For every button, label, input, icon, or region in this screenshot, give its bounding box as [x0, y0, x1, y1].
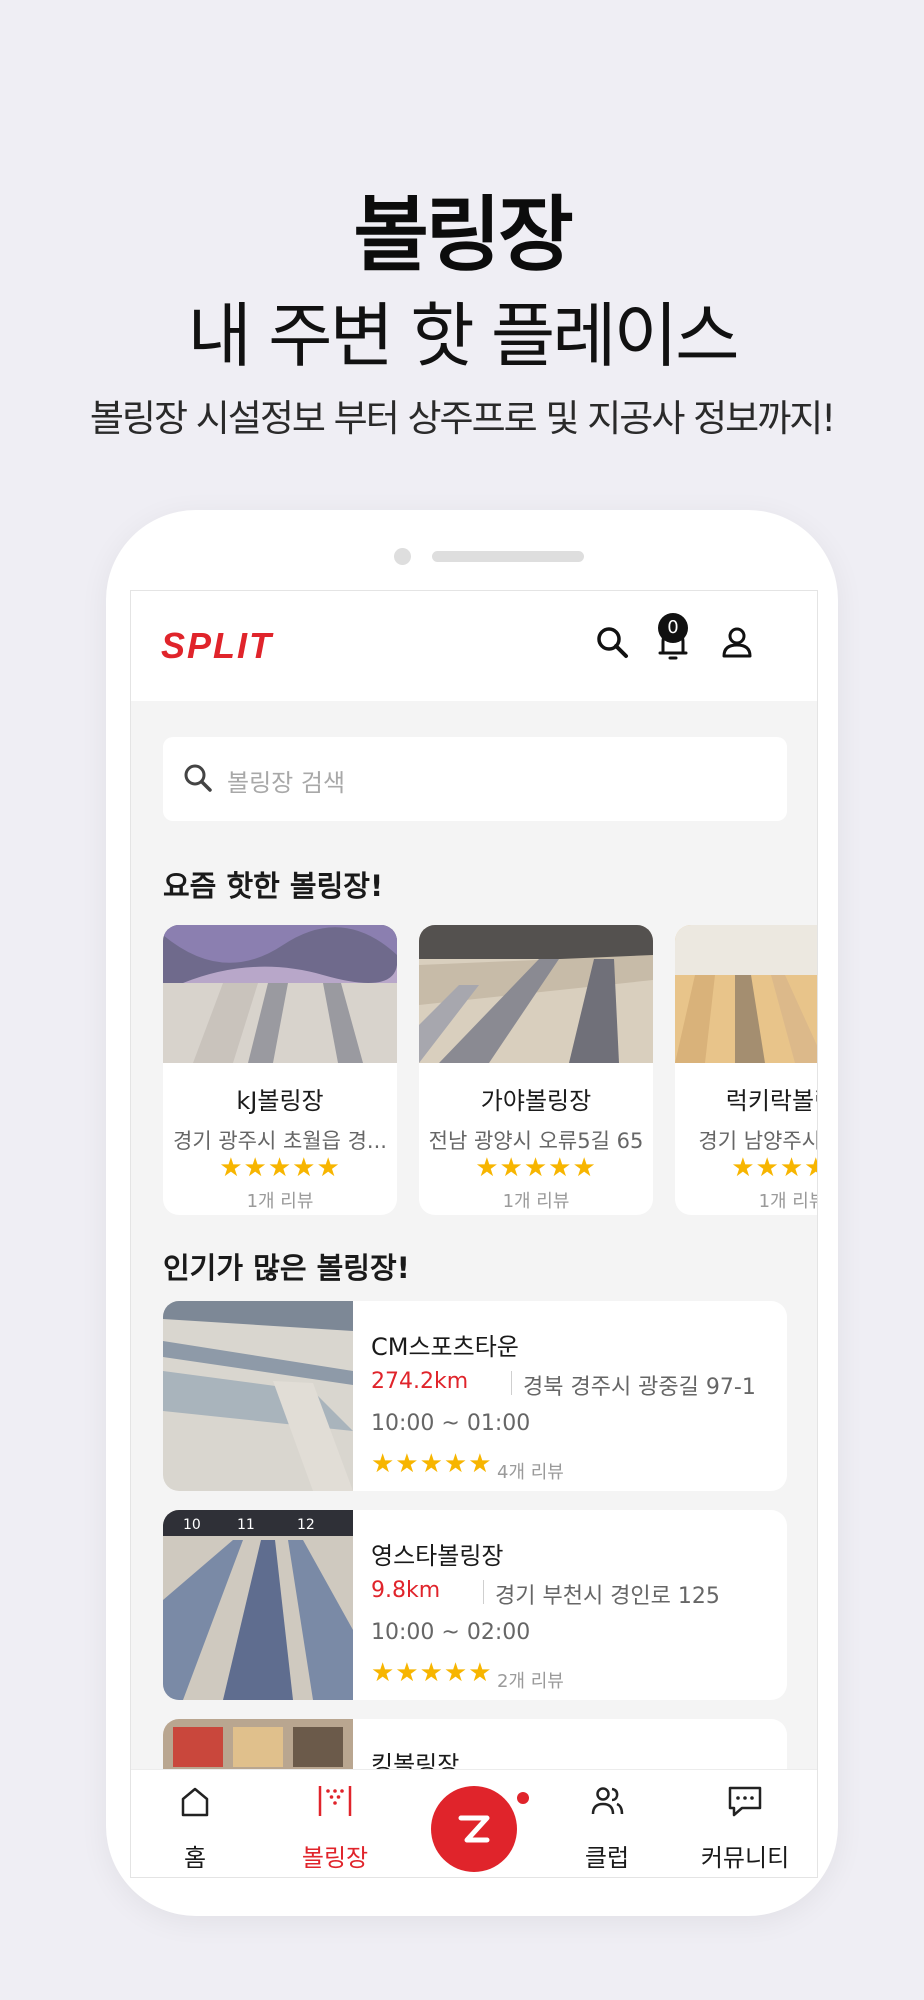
nav-home[interactable]: 홈 — [135, 1770, 255, 1877]
nav-bowling-label: 볼링장 — [301, 1844, 369, 1872]
notification-badge: 0 — [658, 613, 688, 643]
hot-card[interactable]: kJ볼링장 경기 광주시 초월읍 경... ★★★★★ 1개 리뷰 — [163, 925, 397, 1215]
svg-text:12: 12 — [297, 1517, 315, 1533]
hot-card-name: 가야볼링장 — [480, 1087, 592, 1115]
bottom-nav: 홈 볼링장 클럽 커뮤니티 — [131, 1769, 817, 1877]
hot-card-name: 럭키락볼링장 — [725, 1087, 817, 1115]
promo-description: 볼링장 시설정보 부터 상주프로 및 지공사 정보까지! — [89, 397, 836, 440]
user-icon[interactable] — [715, 621, 759, 665]
split-logo-icon — [458, 1815, 490, 1843]
hot-card-name: kJ볼링장 — [236, 1087, 324, 1115]
bowling-alley-photo — [675, 925, 817, 1063]
review-count: 1개 리뷰 — [246, 1191, 314, 1212]
phone-frame: SPLIT 0 볼링장 검색 요즘 핫한 볼링장! kJ볼링장 경기 광주시 초… — [106, 510, 838, 1916]
search-input[interactable]: 볼링장 검색 — [227, 763, 345, 798]
hot-card-address: 전남 광양시 오류5길 65 — [428, 1129, 644, 1153]
promo-subtitle: 내 주변 핫 플레이스 — [187, 295, 740, 377]
separator — [483, 1580, 484, 1604]
svg-text:10: 10 — [183, 1517, 201, 1533]
nav-club[interactable]: 클럽 — [547, 1770, 667, 1877]
home-icon — [181, 1787, 209, 1817]
bowling-alley-photo — [419, 925, 653, 1063]
app-logo[interactable]: SPLIT — [161, 625, 273, 667]
app-bar: SPLIT 0 — [131, 591, 817, 701]
bowling-alley-photo — [163, 1301, 353, 1491]
hot-card-address: 경기 광주시 초월읍 경... — [173, 1129, 387, 1153]
address-label: 경기 부천시 경인로 125 — [495, 1584, 720, 1609]
phone-camera — [394, 548, 411, 565]
nav-community[interactable]: 커뮤니티 — [685, 1770, 805, 1877]
bowling-alley-photo: 10 11 12 — [163, 1510, 353, 1700]
rating-stars: ★★★★★ — [731, 1153, 817, 1183]
hot-list: kJ볼링장 경기 광주시 초월읍 경... ★★★★★ 1개 리뷰 가야볼링장 … — [163, 925, 818, 1215]
nav-club-label: 클럽 — [584, 1844, 630, 1872]
distance-label: 274.2km — [371, 1369, 469, 1394]
people-icon — [591, 1787, 624, 1815]
popular-section-title: 인기가 많은 볼링장! — [163, 1251, 410, 1285]
search-icon[interactable] — [591, 621, 635, 665]
popular-card[interactable]: 10 11 12 영스타볼링장 9.8km 경기 부천시 경인로 125 10:… — [163, 1510, 787, 1700]
hot-card[interactable]: 럭키락볼링장 경기 남양주시 화도읍 ★★★★★ 1개 리뷰 — [675, 925, 818, 1215]
hot-card[interactable]: 가야볼링장 전남 광양시 오류5길 65 ★★★★★ 1개 리뷰 — [419, 925, 653, 1215]
bowling-alley-photo — [163, 925, 397, 1063]
distance-label: 9.8km — [371, 1578, 441, 1603]
review-count: 1개 리뷰 — [502, 1191, 570, 1212]
hours-label: 10:00 ~ 01:00 — [371, 1411, 531, 1436]
nav-home-label: 홈 — [183, 1844, 207, 1872]
bowling-lane-icon — [318, 1786, 352, 1816]
popular-card-name: 영스타볼링장 — [371, 1542, 504, 1570]
address-label: 경북 경주시 광중길 97-1 — [523, 1375, 756, 1400]
svg-text:11: 11 — [237, 1517, 255, 1533]
popular-card[interactable]: CM스포츠타운 274.2km 경북 경주시 광중길 97-1 10:00 ~ … — [163, 1301, 787, 1491]
hours-label: 10:00 ~ 02:00 — [371, 1620, 531, 1645]
phone-speaker — [432, 551, 584, 562]
rating-stars: ★★★★★ — [475, 1153, 597, 1183]
hot-card-address: 경기 남양주시 화도읍 — [698, 1129, 818, 1153]
review-count: 2개 리뷰 — [497, 1671, 564, 1692]
split-center-button[interactable] — [431, 1786, 517, 1872]
review-count: 1개 리뷰 — [758, 1191, 817, 1212]
search-bar[interactable]: 볼링장 검색 — [163, 737, 787, 821]
review-count: 4개 리뷰 — [497, 1462, 564, 1483]
nav-community-label: 커뮤니티 — [700, 1844, 790, 1872]
promo-title: 볼링장 — [353, 188, 573, 283]
hot-section-title: 요즘 핫한 볼링장! — [163, 869, 384, 903]
nav-bowling[interactable]: 볼링장 — [275, 1770, 395, 1877]
notification-dot — [517, 1792, 529, 1804]
chat-icon — [728, 1786, 762, 1817]
rating-stars: ★★★★★ — [371, 1449, 493, 1479]
app-screen: SPLIT 0 볼링장 검색 요즘 핫한 볼링장! kJ볼링장 경기 광주시 초… — [130, 590, 818, 1878]
separator — [511, 1371, 512, 1395]
rating-stars: ★★★★★ — [219, 1153, 341, 1183]
popular-card-name: CM스포츠타운 — [371, 1333, 519, 1361]
rating-stars: ★★★★★ — [371, 1658, 493, 1688]
search-field-icon — [184, 764, 212, 792]
